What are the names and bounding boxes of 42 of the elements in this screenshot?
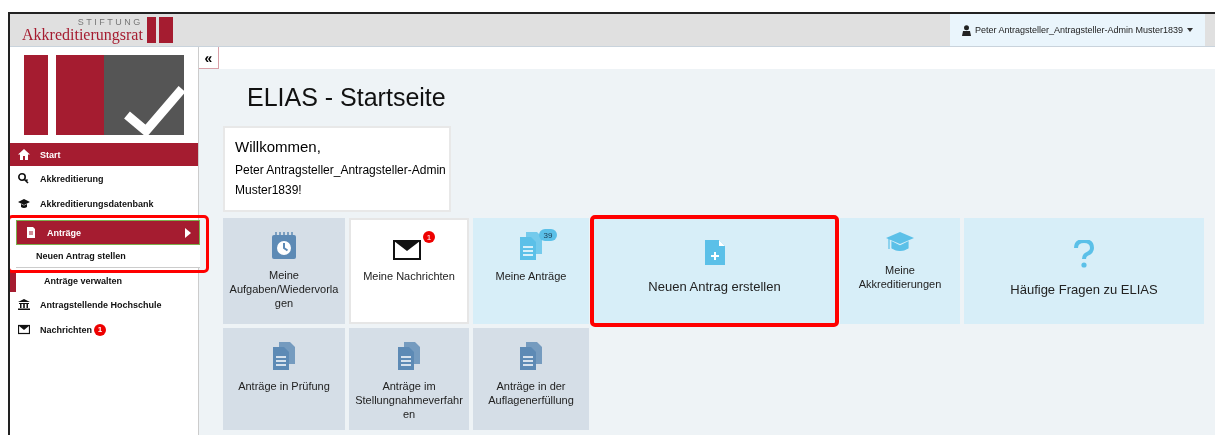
envelope-icon xyxy=(18,324,30,335)
question-mark-icon xyxy=(1074,240,1094,268)
caret-icon xyxy=(1187,28,1193,32)
bank-icon xyxy=(18,299,30,310)
dashboard-tile[interactable]: Anträge im Stellungnahmeverfahren xyxy=(349,328,469,430)
collapse-button[interactable]: « xyxy=(199,47,219,69)
home-icon xyxy=(18,149,30,160)
sidebar-item[interactable]: Akkreditierungsdatenbank xyxy=(10,191,198,216)
calendar-clock-icon xyxy=(272,232,296,259)
dashboard-tile[interactable]: Häufige Fragen zu ELIAS xyxy=(964,218,1204,324)
dashboard-tile[interactable]: Neuen Antrag erstellen xyxy=(593,218,836,324)
logo-title: Akkreditierungsrat xyxy=(22,26,143,43)
documents-icon xyxy=(397,342,421,370)
sidebar-subitem[interactable]: Neuen Antrag stellen xyxy=(16,245,200,268)
sidebar-item[interactable]: Antragstellende Hochschule xyxy=(10,292,198,317)
welcome-greeting: Willkommen, xyxy=(235,138,322,155)
notification-badge: 39 xyxy=(539,229,557,241)
documents-icon xyxy=(519,342,543,370)
user-icon xyxy=(961,24,971,36)
dashboard-tile[interactable]: 1 Meine Nachrichten xyxy=(349,218,469,324)
dashboard-tile[interactable]: Anträge in Prüfung xyxy=(223,328,345,430)
graduation-cap-icon xyxy=(886,232,914,254)
arrow-icon xyxy=(185,227,191,238)
notification-badge: 1 xyxy=(423,231,435,243)
user-menu[interactable]: Peter Antragsteller_Antragsteller-Admin Muster1839 xyxy=(949,14,1205,46)
welcome-name: Peter Antragsteller_Antragsteller-Admin Muster1839! xyxy=(235,162,447,199)
documents-icon xyxy=(519,232,543,260)
page-title: ELIAS - Startseite xyxy=(247,83,447,112)
dashboard-tile[interactable]: Anträge in der Auflagenerfüllung xyxy=(473,328,589,430)
graduation-cap-icon xyxy=(18,198,30,209)
dashboard-tile[interactable]: Meine Akkreditierungen xyxy=(840,218,960,324)
sidebar-item[interactable]: Nachrichten 1 xyxy=(10,317,198,342)
notification-badge: 1 xyxy=(94,323,106,336)
dashboard-tile[interactable]: Meine Aufgaben/Wiedervorlagen xyxy=(223,218,345,324)
dashboard-tile[interactable]: 39 Meine Anträge xyxy=(473,218,589,324)
sidebar-item[interactable]: Anträge xyxy=(16,220,200,245)
documents-icon xyxy=(272,342,296,370)
document-icon xyxy=(25,227,37,238)
add-document-icon xyxy=(704,240,725,265)
logo-subtitle: STIFTUNG xyxy=(77,17,143,27)
sidebar-item[interactable]: Start xyxy=(10,143,198,166)
sidebar-item[interactable]: Akkreditierung xyxy=(10,166,198,191)
